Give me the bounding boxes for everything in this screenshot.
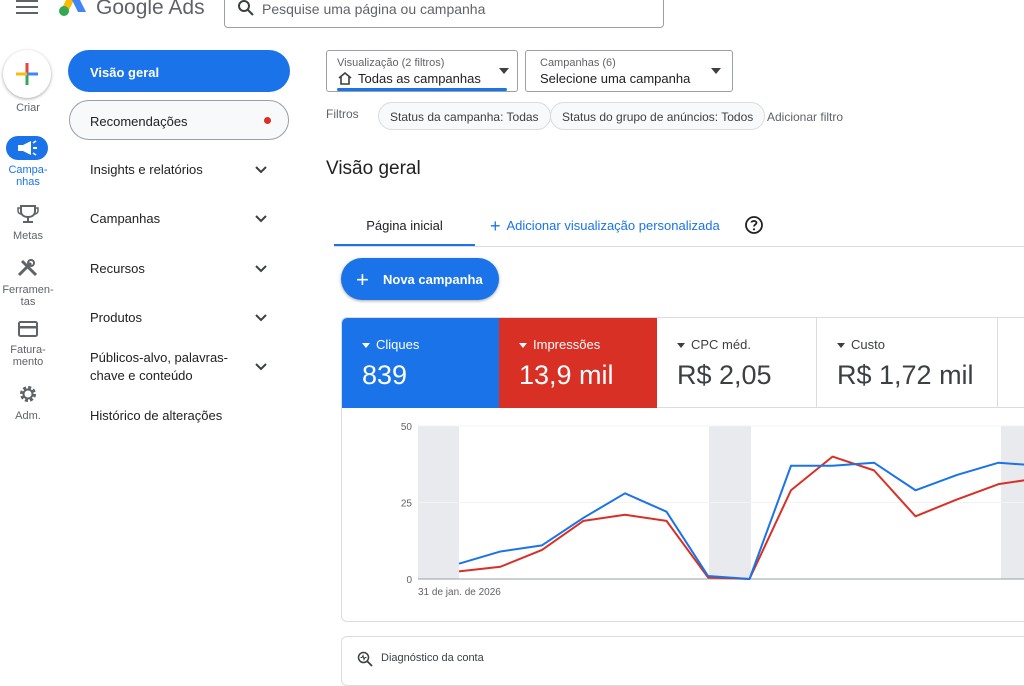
performance-chart: 0 25 50 31 de jan. de 2026	[401, 422, 1024, 598]
nav-item-products[interactable]: Produtos	[90, 309, 270, 327]
metric-cost-value: R$ 1,72 mil	[837, 360, 974, 390]
metric-cost[interactable]: Custo R$ 1,72 mil	[817, 318, 998, 408]
chevron-down-icon[interactable]	[254, 214, 268, 224]
metric-avg-cpc-label: CPC méd.	[677, 337, 751, 352]
nav-item-recommendations[interactable]: Recomendações	[69, 100, 289, 140]
metric-avg-cpc-label-text: CPC méd.	[691, 337, 751, 352]
rail-item-campaigns[interactable]	[6, 136, 48, 160]
metric-impressions-value: 13,9 mil	[519, 360, 614, 390]
plus-icon	[16, 63, 38, 85]
rail-label-campaigns: Campa- nhas	[8, 164, 48, 188]
filter-chip-adgroup-status[interactable]: Status do grupo de anúncios: Todos	[550, 102, 766, 130]
chevron-down-icon[interactable]	[254, 362, 268, 372]
rail-label-create: Criar	[16, 102, 40, 114]
nav-item-change-history[interactable]: Histórico de alterações	[90, 407, 270, 425]
metric-impressions-label-text: Impressões	[533, 337, 601, 352]
new-campaign-button[interactable]: + Nova campanha	[341, 258, 499, 300]
add-filter-link[interactable]: Adicionar filtro	[767, 110, 843, 124]
rail-label-billing: Fatura- mento	[10, 344, 46, 368]
view-selector[interactable]: Visualização (2 filtros) Todas as campan…	[326, 50, 518, 92]
nav-item-resources[interactable]: Recursos	[90, 260, 270, 278]
nav-item-recommendations-label: Recomendações	[90, 114, 188, 129]
tabs-divider	[334, 246, 1024, 247]
view-selector-underline	[337, 88, 507, 91]
nav-item-insights[interactable]: Insights e relatórios	[90, 161, 270, 179]
view-selector-caption: Visualização (2 filtros)	[337, 57, 445, 69]
tools-icon[interactable]	[0, 258, 56, 278]
caret-down-icon	[519, 343, 527, 349]
campaign-selector-caption: Campanhas (6)	[540, 57, 616, 69]
new-campaign-label: Nova campanha	[383, 272, 483, 287]
campaign-selector[interactable]: Campanhas (6) Selecione uma campanha	[525, 50, 733, 92]
search-icon	[238, 0, 254, 16]
metric-cost-label-text: Custo	[851, 337, 885, 352]
metric-avg-cpc-value: R$ 2,05	[677, 360, 772, 390]
view-selector-value: Todas as campanhas	[358, 71, 481, 86]
metric-avg-cpc[interactable]: CPC méd. R$ 2,05	[657, 318, 817, 408]
page-title: Visão geral	[326, 158, 421, 179]
metric-clicks-label-text: Cliques	[376, 337, 420, 352]
rail-label-admin: Adm.	[15, 410, 41, 422]
tab-home[interactable]: Página inicial	[334, 206, 475, 246]
brand-name: Google Ads	[96, 0, 205, 19]
home-icon	[338, 72, 352, 85]
account-diagnostics-label: Diagnóstico da conta	[381, 652, 484, 664]
metric-extra	[998, 318, 1024, 408]
plus-icon: +	[356, 267, 369, 292]
trophy-icon[interactable]	[0, 204, 56, 224]
y-tick-label: 0	[406, 575, 412, 586]
top-bar: Google Ads Pesquise uma página ou campan…	[0, 0, 1024, 34]
performance-card: Cliques 839 Impressões 13,9 mil CPC méd.…	[341, 317, 1024, 622]
google-ads-logo	[59, 0, 86, 16]
y-tick-label: 25	[401, 499, 413, 510]
metric-clicks[interactable]: Cliques 839	[342, 318, 499, 408]
rail-label-tools: Ferramen- tas	[2, 284, 54, 308]
megaphone-icon	[18, 140, 37, 156]
caret-down-icon	[677, 343, 685, 349]
account-diagnostics-card[interactable]: Diagnóstico da conta	[341, 636, 1024, 686]
plus-icon: +	[490, 216, 501, 236]
add-custom-view-label: Adicionar visualização personalizada	[506, 218, 720, 233]
search-placeholder: Pesquise uma página ou campanha	[262, 1, 486, 17]
nav-item-audiences[interactable]: Públicos-alvo, palavras-chave e conteúdo	[90, 349, 240, 385]
campaign-selector-value: Selecione uma campanha	[540, 71, 691, 86]
caret-down-icon	[711, 68, 721, 74]
filter-chip-campaign-status[interactable]: Status da campanha: Todas	[378, 102, 551, 130]
diagnostics-icon	[357, 651, 373, 667]
metric-impressions-label: Impressões	[519, 337, 600, 352]
caret-down-icon	[362, 343, 370, 349]
chevron-down-icon[interactable]	[254, 313, 268, 323]
x-tick-label: 31 de jan. de 2026	[418, 587, 501, 598]
nav-item-campaigns[interactable]: Campanhas	[90, 210, 270, 228]
y-tick-label: 50	[401, 422, 413, 433]
create-button[interactable]	[3, 50, 51, 98]
filters-label: Filtros	[326, 107, 359, 121]
billing-card-icon[interactable]	[0, 320, 56, 338]
rail-label-goals: Metas	[13, 230, 43, 242]
gear-icon[interactable]	[0, 384, 56, 404]
chevron-down-icon[interactable]	[254, 264, 268, 274]
caret-down-icon	[837, 343, 845, 349]
menu-icon[interactable]	[16, 0, 38, 16]
metric-impressions[interactable]: Impressões 13,9 mil	[499, 318, 657, 408]
caret-down-icon	[499, 68, 509, 74]
nav-item-overview[interactable]: Visão geral	[68, 50, 290, 92]
metric-cost-label: Custo	[837, 337, 885, 352]
help-icon[interactable]	[744, 215, 764, 235]
metric-clicks-label: Cliques	[362, 337, 419, 352]
add-custom-view-tab[interactable]: + Adicionar visualização personalizada	[490, 216, 720, 237]
notification-dot	[264, 117, 271, 124]
metric-clicks-value: 839	[362, 360, 408, 390]
chevron-down-icon[interactable]	[254, 165, 268, 175]
search-input[interactable]: Pesquise uma página ou campanha	[224, 0, 664, 28]
